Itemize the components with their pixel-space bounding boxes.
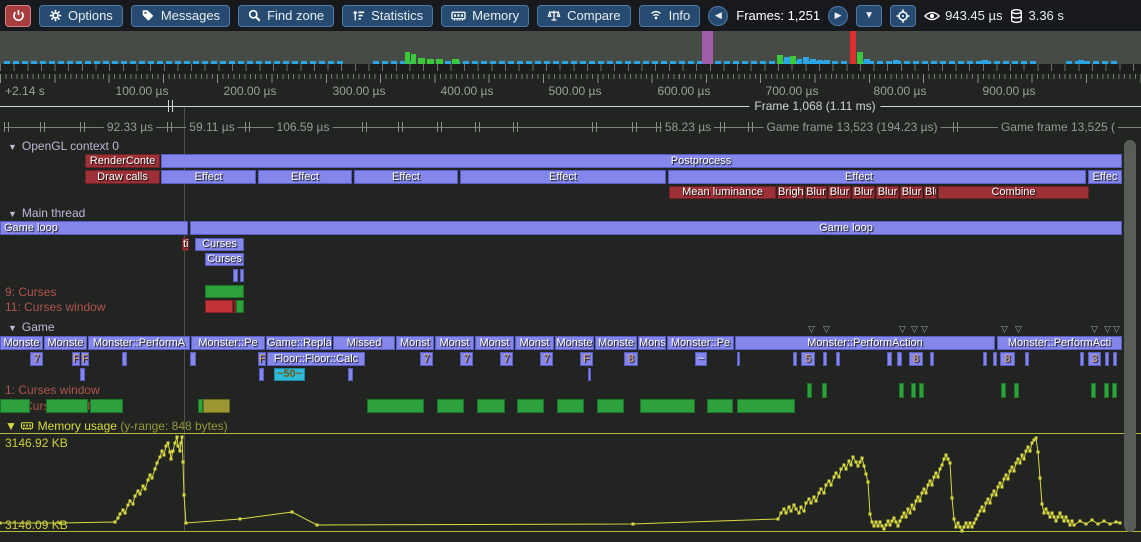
profiler-window: Options Messages Find zone Statistics Me… [0,0,1141,542]
scrollbar-thumb[interactable] [1124,140,1136,532]
memory-usage-graph[interactable] [0,0,1141,542]
